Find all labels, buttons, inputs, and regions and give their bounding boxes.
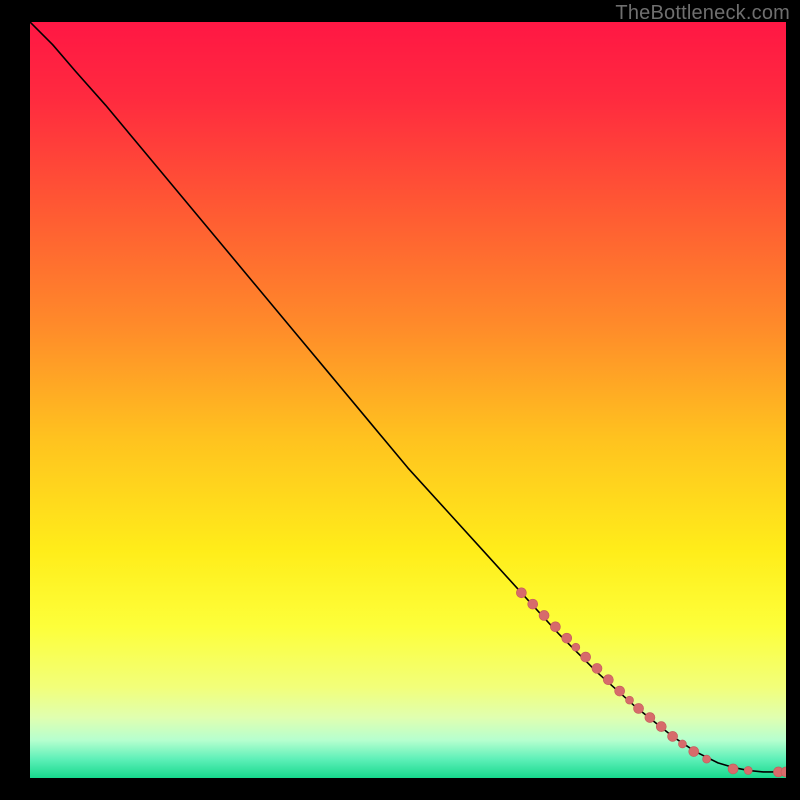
chart-svg (30, 22, 786, 778)
data-point (528, 599, 538, 609)
data-point (539, 610, 549, 620)
data-point (572, 643, 580, 651)
data-point (728, 764, 738, 774)
chart-frame: TheBottleneck.com (0, 0, 800, 800)
data-point (592, 663, 602, 673)
data-point (550, 622, 560, 632)
data-point (668, 731, 678, 741)
data-point (689, 747, 699, 757)
data-point (581, 652, 591, 662)
data-point (516, 588, 526, 598)
data-point (703, 755, 711, 763)
gradient-background (30, 22, 786, 778)
data-point (678, 740, 686, 748)
data-point (634, 703, 644, 713)
data-point (562, 633, 572, 643)
data-point (645, 713, 655, 723)
plot-area (30, 22, 786, 778)
data-point (744, 766, 752, 774)
data-point (656, 722, 666, 732)
data-point (615, 686, 625, 696)
data-point (626, 696, 634, 704)
data-point (603, 675, 613, 685)
